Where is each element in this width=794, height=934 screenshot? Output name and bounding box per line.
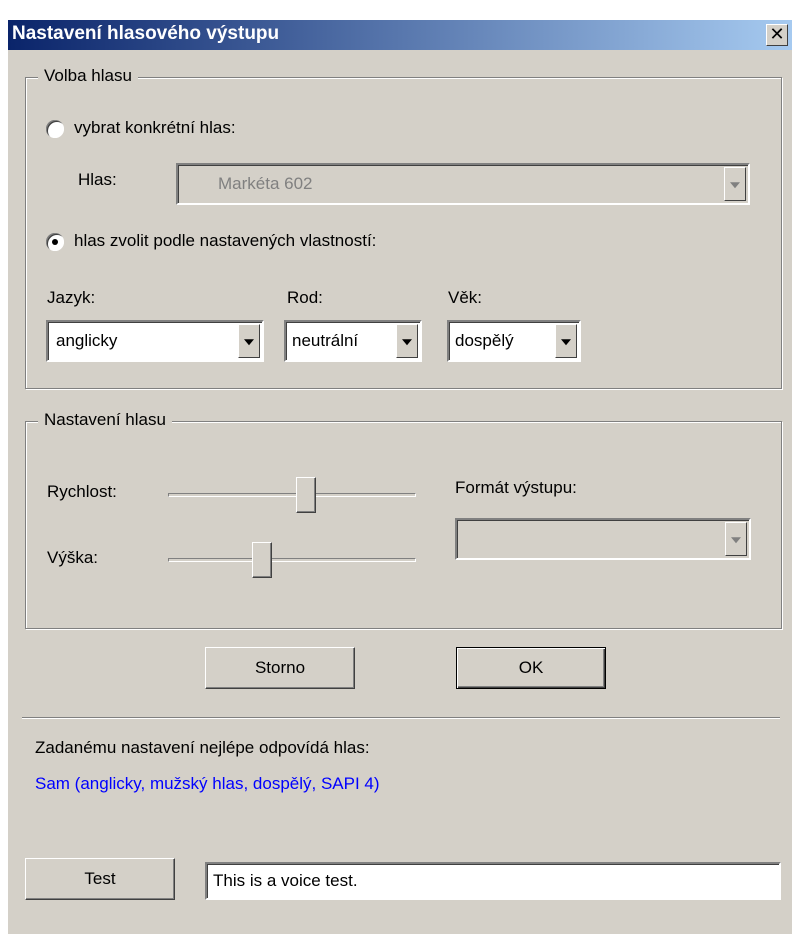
pitch-slider-thumb[interactable] (252, 542, 273, 578)
voice-select-dropdown-button[interactable] (724, 167, 746, 201)
language-dropdown-button[interactable] (238, 324, 260, 358)
speed-label: Rychlost: (47, 482, 117, 501)
specific-voice-radio[interactable] (46, 120, 64, 138)
separator (22, 717, 780, 719)
chevron-down-icon (730, 182, 740, 189)
gender-select-value: neutrální (292, 331, 359, 350)
gender-label: Rod: (287, 288, 323, 307)
test-button-label: Test (84, 869, 116, 888)
test-text-input[interactable] (205, 862, 781, 900)
gender-dropdown-button[interactable] (396, 324, 418, 358)
voice-label: Hlas: (78, 170, 117, 189)
pitch-label: Výška: (47, 548, 99, 567)
age-select[interactable]: dospělý (447, 320, 581, 362)
output-format-select[interactable] (455, 518, 751, 560)
age-label: Věk: (448, 288, 483, 307)
speed-slider-thumb[interactable] (295, 477, 316, 513)
close-button[interactable]: ✕ (766, 24, 788, 46)
test-button[interactable]: Test (25, 858, 175, 900)
gender-select[interactable]: neutrální (284, 320, 422, 362)
speed-slider-track[interactable] (168, 493, 416, 497)
output-format-dropdown-button[interactable] (725, 522, 747, 556)
match-caption: Zadanému nastavení nejlépe odpovídá hlas… (35, 738, 370, 757)
language-select[interactable]: anglicky (46, 320, 264, 362)
voice-select-value: Markéta 602 (218, 174, 313, 193)
voice-settings-legend: Nastavení hlasu (38, 410, 172, 430)
language-select-value: anglicky (56, 331, 118, 350)
age-select-value: dospělý (455, 331, 514, 350)
language-label: Jazyk: (47, 288, 96, 307)
close-icon: ✕ (769, 24, 785, 44)
dialog-window: Nastavení hlasového výstupu ✕ Volba hlas… (8, 20, 792, 934)
voice-select[interactable]: Markéta 602 (176, 163, 750, 205)
age-dropdown-button[interactable] (555, 324, 577, 358)
matched-voice: Sam (anglicky, mužský hlas, dospělý, SAP… (35, 774, 380, 793)
chevron-down-icon (731, 537, 741, 544)
specific-voice-radio-label[interactable]: vybrat konkrétní hlas: (74, 118, 236, 138)
chevron-down-icon (244, 339, 254, 346)
cancel-button[interactable]: Storno (205, 647, 355, 689)
radio-selected-dot (52, 239, 58, 245)
ok-button[interactable]: OK (456, 647, 606, 689)
voice-selection-legend: Volba hlasu (38, 66, 138, 86)
by-properties-radio-label[interactable]: hlas zvolit podle nastavených vlastností… (74, 231, 376, 251)
pitch-slider-track[interactable] (168, 558, 416, 562)
chevron-down-icon (561, 339, 571, 346)
chevron-down-icon (402, 339, 412, 346)
dialog-title: Nastavení hlasového výstupu (12, 23, 280, 44)
output-format-label: Formát výstupu: (455, 478, 577, 497)
cancel-button-label: Storno (254, 658, 306, 677)
ok-button-label: OK (518, 658, 544, 677)
by-properties-radio[interactable] (46, 233, 64, 251)
title-bar[interactable]: Nastavení hlasového výstupu ✕ (8, 20, 792, 50)
